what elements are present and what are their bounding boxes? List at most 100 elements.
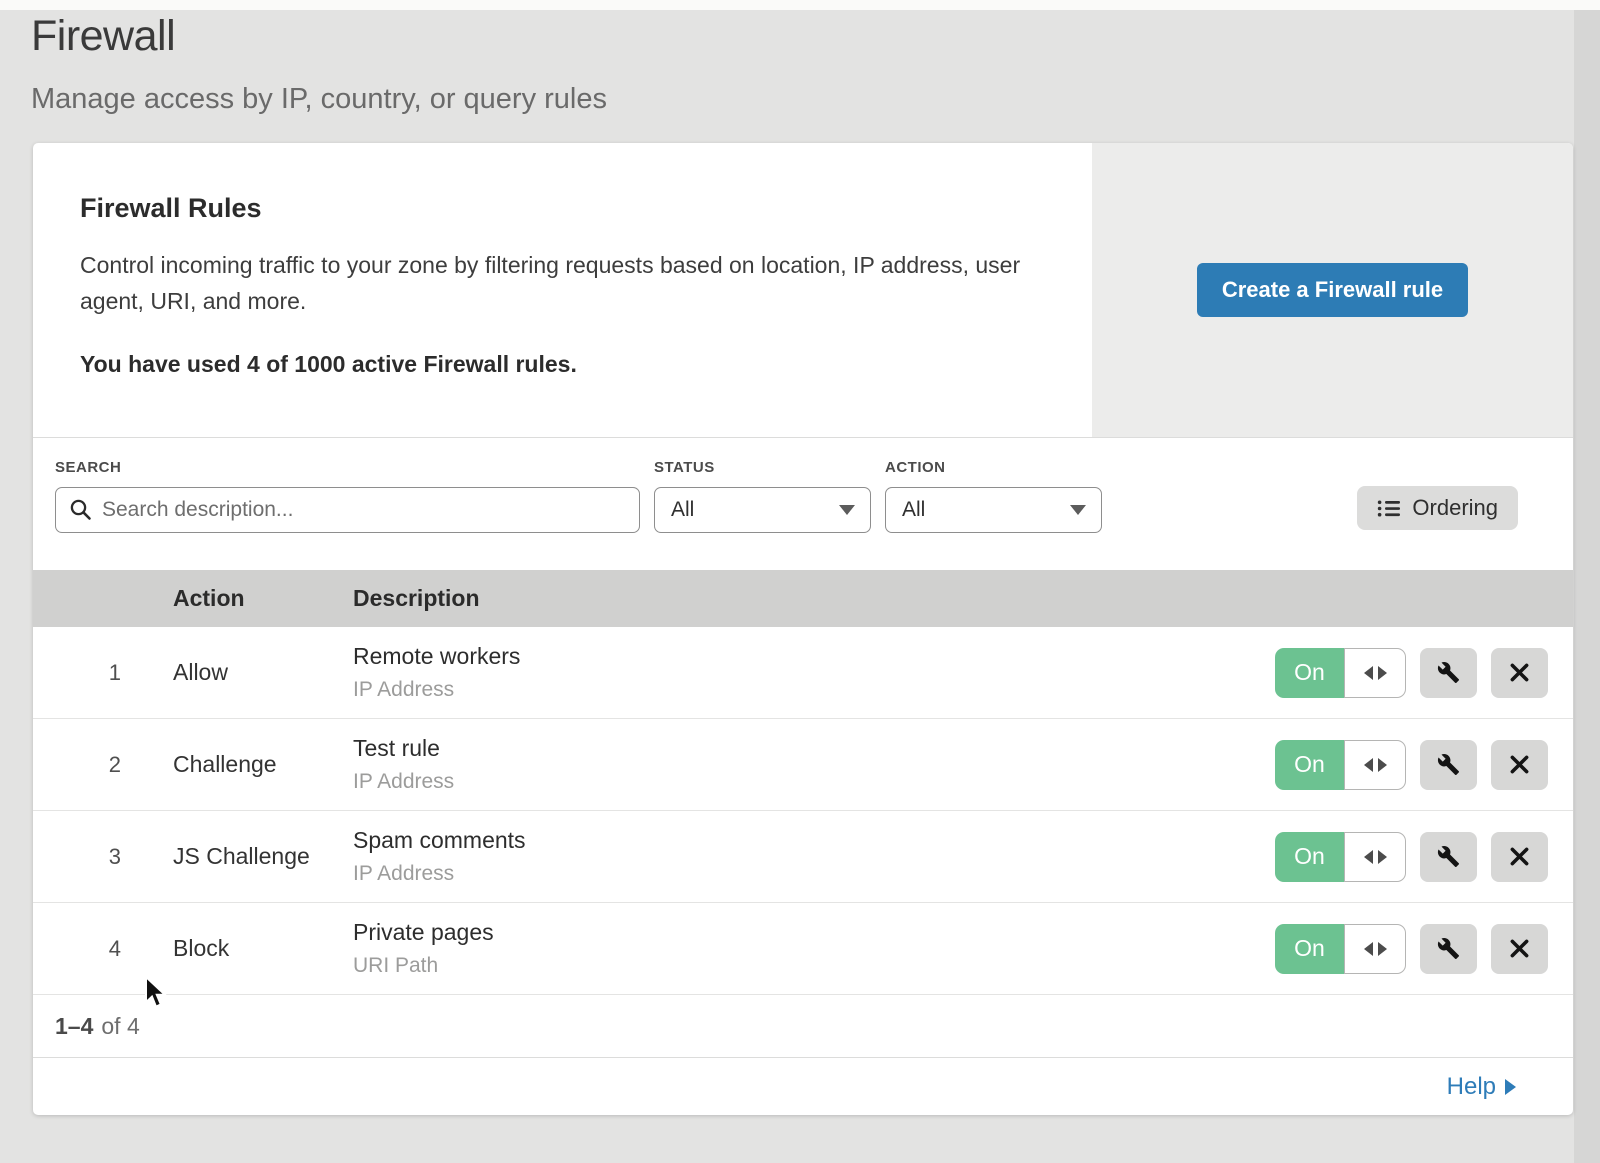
- arrow-right-icon: [1378, 758, 1387, 772]
- rule-description: Remote workers: [353, 643, 1243, 670]
- table-row: 1 Allow Remote workers IP Address On: [33, 627, 1573, 719]
- rule-match-type: IP Address: [353, 678, 1243, 702]
- ordering-label: Ordering: [1412, 495, 1498, 521]
- arrow-right-icon: [1378, 942, 1387, 956]
- action-label: ACTION: [885, 459, 1102, 476]
- help-label: Help: [1447, 1073, 1496, 1101]
- arrow-left-icon: [1364, 666, 1373, 680]
- rule-enabled-toggle[interactable]: On: [1275, 832, 1406, 882]
- delete-rule-button[interactable]: [1491, 832, 1548, 882]
- rule-enabled-toggle[interactable]: On: [1275, 740, 1406, 790]
- arrow-left-icon: [1364, 758, 1373, 772]
- rule-priority: 1: [33, 660, 173, 686]
- toggle-state-label: On: [1294, 843, 1325, 870]
- section-heading: Firewall Rules: [80, 193, 1052, 224]
- close-icon: [1509, 846, 1530, 867]
- rule-match-type: IP Address: [353, 770, 1243, 794]
- toggle-drag-handle[interactable]: [1344, 648, 1406, 698]
- action-field-group: ACTION All: [885, 459, 1102, 570]
- chevron-down-icon: [839, 505, 855, 515]
- arrow-right-icon: [1378, 850, 1387, 864]
- ordered-list-icon: [1377, 499, 1401, 518]
- pagination-total: of 4: [101, 1013, 139, 1040]
- intro-copy: Firewall Rules Control incoming traffic …: [33, 143, 1092, 437]
- page-subtitle: Manage access by IP, country, or query r…: [31, 83, 607, 116]
- close-icon: [1509, 754, 1530, 775]
- firewall-rules-card: Firewall Rules Control incoming traffic …: [33, 143, 1573, 1115]
- chevron-right-icon: [1505, 1079, 1516, 1095]
- status-select[interactable]: All: [654, 487, 871, 533]
- filters-spacer: [1102, 459, 1357, 570]
- toggle-on-segment[interactable]: On: [1275, 832, 1344, 882]
- rule-enabled-toggle[interactable]: On: [1275, 924, 1406, 974]
- help-link[interactable]: Help: [1447, 1073, 1516, 1101]
- edit-rule-button[interactable]: [1420, 924, 1477, 974]
- rule-description-cell: Private pages URI Path: [353, 919, 1243, 978]
- rule-action: Allow: [173, 659, 353, 686]
- rule-controls: On: [1243, 648, 1573, 698]
- delete-rule-button[interactable]: [1491, 648, 1548, 698]
- toggle-on-segment[interactable]: On: [1275, 740, 1344, 790]
- action-select[interactable]: All: [885, 487, 1102, 533]
- rule-action: JS Challenge: [173, 843, 353, 870]
- toggle-on-segment[interactable]: On: [1275, 648, 1344, 698]
- rule-description-cell: Spam comments IP Address: [353, 827, 1243, 886]
- rule-description: Spam comments: [353, 827, 1243, 854]
- table-row: 4 Block Private pages URI Path On: [33, 903, 1573, 995]
- search-field-group: SEARCH: [55, 459, 640, 570]
- close-icon: [1509, 938, 1530, 959]
- rule-description: Private pages: [353, 919, 1243, 946]
- search-label: SEARCH: [55, 459, 640, 476]
- action-select-value: All: [902, 498, 925, 522]
- page-scroll-gutter[interactable]: [1574, 10, 1600, 1163]
- delete-rule-button[interactable]: [1491, 924, 1548, 974]
- top-edge-highlight: [0, 0, 1600, 10]
- toggle-drag-handle[interactable]: [1344, 740, 1406, 790]
- page-header: Firewall Manage access by IP, country, o…: [31, 12, 607, 116]
- wrench-icon: [1437, 937, 1460, 960]
- ordering-button[interactable]: Ordering: [1357, 486, 1518, 530]
- table-row: 2 Challenge Test rule IP Address On: [33, 719, 1573, 811]
- status-field-group: STATUS All: [654, 459, 871, 570]
- rule-controls: On: [1243, 740, 1573, 790]
- search-icon: [69, 498, 92, 521]
- table-row: 3 JS Challenge Spam comments IP Address …: [33, 811, 1573, 903]
- search-input[interactable]: [55, 487, 640, 533]
- rule-match-type: IP Address: [353, 862, 1243, 886]
- rule-controls: On: [1243, 924, 1573, 974]
- rule-priority: 3: [33, 844, 173, 870]
- rule-match-type: URI Path: [353, 954, 1243, 978]
- toggle-state-label: On: [1294, 935, 1325, 962]
- column-header-description: Description: [353, 585, 1243, 612]
- table-header: Action Description: [33, 570, 1573, 627]
- usage-summary: You have used 4 of 1000 active Firewall …: [80, 351, 1052, 378]
- filters-bar: SEARCH STATUS All ACTION All: [33, 437, 1573, 570]
- status-select-value: All: [671, 498, 694, 522]
- edit-rule-button[interactable]: [1420, 740, 1477, 790]
- close-icon: [1509, 662, 1530, 683]
- chevron-down-icon: [1070, 505, 1086, 515]
- rule-action: Challenge: [173, 751, 353, 778]
- edit-rule-button[interactable]: [1420, 648, 1477, 698]
- create-rule-panel: Create a Firewall rule: [1092, 143, 1573, 437]
- rule-controls: On: [1243, 832, 1573, 882]
- arrow-left-icon: [1364, 850, 1373, 864]
- toggle-drag-handle[interactable]: [1344, 832, 1406, 882]
- rule-action: Block: [173, 935, 353, 962]
- section-description: Control incoming traffic to your zone by…: [80, 247, 1030, 319]
- wrench-icon: [1437, 661, 1460, 684]
- create-firewall-rule-button[interactable]: Create a Firewall rule: [1197, 263, 1468, 317]
- rule-enabled-toggle[interactable]: On: [1275, 648, 1406, 698]
- pagination: 1–4 of 4: [33, 995, 1573, 1057]
- delete-rule-button[interactable]: [1491, 740, 1548, 790]
- toggle-drag-handle[interactable]: [1344, 924, 1406, 974]
- rule-priority: 4: [33, 936, 173, 962]
- search-input-wrap: [55, 487, 640, 533]
- toggle-state-label: On: [1294, 751, 1325, 778]
- toggle-on-segment[interactable]: On: [1275, 924, 1344, 974]
- toggle-state-label: On: [1294, 659, 1325, 686]
- page-title: Firewall: [31, 12, 607, 61]
- edit-rule-button[interactable]: [1420, 832, 1477, 882]
- intro-section: Firewall Rules Control incoming traffic …: [33, 143, 1573, 437]
- rule-priority: 2: [33, 752, 173, 778]
